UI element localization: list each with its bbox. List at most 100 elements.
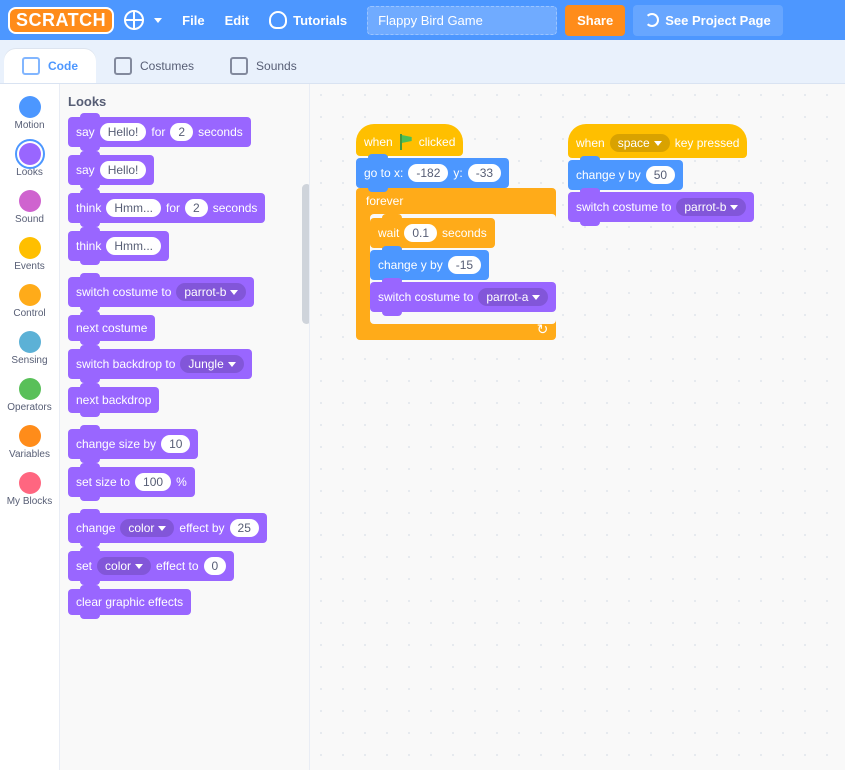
- sounds-icon: [230, 57, 248, 75]
- chevron-down-icon: [654, 141, 662, 146]
- block-dropdown[interactable]: color: [97, 557, 151, 575]
- category-myblocks[interactable]: My Blocks: [0, 466, 59, 513]
- block-when-key-pressed[interactable]: when space key pressed: [568, 124, 747, 158]
- block-input[interactable]: 25: [230, 519, 259, 537]
- block-input[interactable]: 0.1: [404, 224, 437, 242]
- tab-sounds[interactable]: Sounds: [212, 49, 315, 83]
- block-dropdown[interactable]: parrot-b: [176, 283, 246, 301]
- workspace[interactable]: when clicked go to x: -182 y: -33 foreve…: [310, 84, 845, 770]
- block-input[interactable]: 50: [646, 166, 675, 184]
- control-dot-icon: [19, 284, 41, 306]
- block-switch-costume[interactable]: switch costume to parrot-b: [68, 277, 254, 307]
- block-switch-costume[interactable]: switch costume to parrot-a: [370, 282, 556, 312]
- category-operators[interactable]: Operators: [0, 372, 59, 419]
- category-variables[interactable]: Variables: [0, 419, 59, 466]
- language-menu[interactable]: [124, 10, 162, 30]
- category-label: Motion: [14, 120, 44, 131]
- tab-code[interactable]: Code: [4, 49, 96, 83]
- block-input[interactable]: -33: [468, 164, 501, 182]
- project-title-input[interactable]: [367, 6, 557, 35]
- category-column: Motion Looks Sound Events Control Sensin…: [0, 84, 60, 770]
- tab-label: Code: [48, 59, 78, 73]
- block-dropdown[interactable]: Jungle: [180, 355, 243, 373]
- sensing-dot-icon: [19, 331, 41, 353]
- category-label: Events: [14, 261, 45, 272]
- category-label: Control: [13, 308, 45, 319]
- block-change-y[interactable]: change y by 50: [568, 160, 683, 190]
- variables-dot-icon: [19, 425, 41, 447]
- block-next-costume[interactable]: next costume: [68, 315, 155, 341]
- globe-icon: [124, 10, 144, 30]
- block-say-for[interactable]: say Hello! for 2 seconds: [68, 117, 251, 147]
- block-set-size[interactable]: set size to 100 %: [68, 467, 195, 497]
- block-text: effect by: [179, 521, 224, 535]
- scratch-logo[interactable]: SCRATCH: [8, 7, 114, 34]
- block-say[interactable]: say Hello!: [68, 155, 154, 185]
- share-button[interactable]: Share: [565, 5, 625, 36]
- category-control[interactable]: Control: [0, 278, 59, 325]
- block-think[interactable]: think Hmm...: [68, 231, 169, 261]
- block-clear-effects[interactable]: clear graphic effects: [68, 589, 191, 615]
- block-text: seconds: [213, 201, 258, 215]
- block-text: set: [76, 559, 92, 573]
- script-stack-2[interactable]: when space key pressed change y by 50 sw…: [568, 124, 754, 230]
- block-input[interactable]: 2: [170, 123, 193, 141]
- block-input[interactable]: -182: [408, 164, 448, 182]
- category-sensing[interactable]: Sensing: [0, 325, 59, 372]
- block-change-y[interactable]: change y by -15: [370, 250, 489, 280]
- block-input[interactable]: Hmm...: [106, 237, 161, 255]
- dropdown-value: Jungle: [188, 357, 223, 371]
- forever-body[interactable]: wait 0.1 seconds change y by -15 switch …: [370, 214, 556, 324]
- block-next-backdrop[interactable]: next backdrop: [68, 387, 159, 413]
- block-goto-xy[interactable]: go to x: -182 y: -33: [356, 158, 509, 188]
- block-set-effect[interactable]: set color effect to 0: [68, 551, 234, 581]
- block-change-effect[interactable]: change color effect by 25: [68, 513, 267, 543]
- block-input[interactable]: -15: [448, 256, 481, 274]
- block-switch-backdrop[interactable]: switch backdrop to Jungle: [68, 349, 252, 379]
- block-dropdown[interactable]: color: [120, 519, 174, 537]
- block-text: clear graphic effects: [76, 595, 183, 609]
- block-think-for[interactable]: think Hmm... for 2 seconds: [68, 193, 265, 223]
- block-dropdown[interactable]: space: [610, 134, 670, 152]
- category-looks[interactable]: Looks: [0, 137, 59, 184]
- block-text: set size to: [76, 475, 130, 489]
- block-text: say: [76, 125, 95, 139]
- block-input[interactable]: 100: [135, 473, 171, 491]
- category-label: Sound: [15, 214, 44, 225]
- block-text: switch costume to: [76, 285, 171, 299]
- refresh-icon: [645, 13, 659, 27]
- block-palette[interactable]: Looks say Hello! for 2 seconds say Hello…: [60, 84, 310, 770]
- block-input[interactable]: 10: [161, 435, 190, 453]
- category-sound[interactable]: Sound: [0, 184, 59, 231]
- block-text: clicked: [419, 135, 456, 149]
- file-menu[interactable]: File: [182, 13, 204, 28]
- block-input[interactable]: 2: [185, 199, 208, 217]
- category-motion[interactable]: Motion: [0, 90, 59, 137]
- category-label: My Blocks: [7, 496, 53, 507]
- script-stack-1[interactable]: when clicked go to x: -182 y: -33 foreve…: [356, 124, 556, 340]
- block-text: when: [576, 136, 605, 150]
- block-switch-costume[interactable]: switch costume to parrot-b: [568, 192, 754, 222]
- tutorials-button[interactable]: Tutorials: [269, 11, 347, 29]
- block-dropdown[interactable]: parrot-a: [478, 288, 548, 306]
- events-dot-icon: [19, 237, 41, 259]
- dropdown-value: parrot-b: [184, 285, 226, 299]
- tab-row: Code Costumes Sounds: [0, 40, 845, 84]
- block-text: for: [166, 201, 180, 215]
- block-dropdown[interactable]: parrot-b: [676, 198, 746, 216]
- category-label: Variables: [9, 449, 50, 460]
- block-input[interactable]: Hello!: [100, 161, 147, 179]
- palette-scrollbar[interactable]: [302, 184, 310, 324]
- edit-menu[interactable]: Edit: [225, 13, 250, 28]
- see-project-button[interactable]: See Project Page: [633, 5, 783, 36]
- block-wait[interactable]: wait 0.1 seconds: [370, 218, 495, 248]
- block-input[interactable]: 0: [204, 557, 227, 575]
- tab-costumes[interactable]: Costumes: [96, 49, 212, 83]
- block-input[interactable]: Hmm...: [106, 199, 161, 217]
- block-text: when: [364, 135, 393, 149]
- category-events[interactable]: Events: [0, 231, 59, 278]
- block-input[interactable]: Hello!: [100, 123, 147, 141]
- block-forever[interactable]: forever wait 0.1 seconds change y by -15…: [356, 188, 556, 340]
- block-when-flag-clicked[interactable]: when clicked: [356, 124, 463, 156]
- block-change-size[interactable]: change size by 10: [68, 429, 198, 459]
